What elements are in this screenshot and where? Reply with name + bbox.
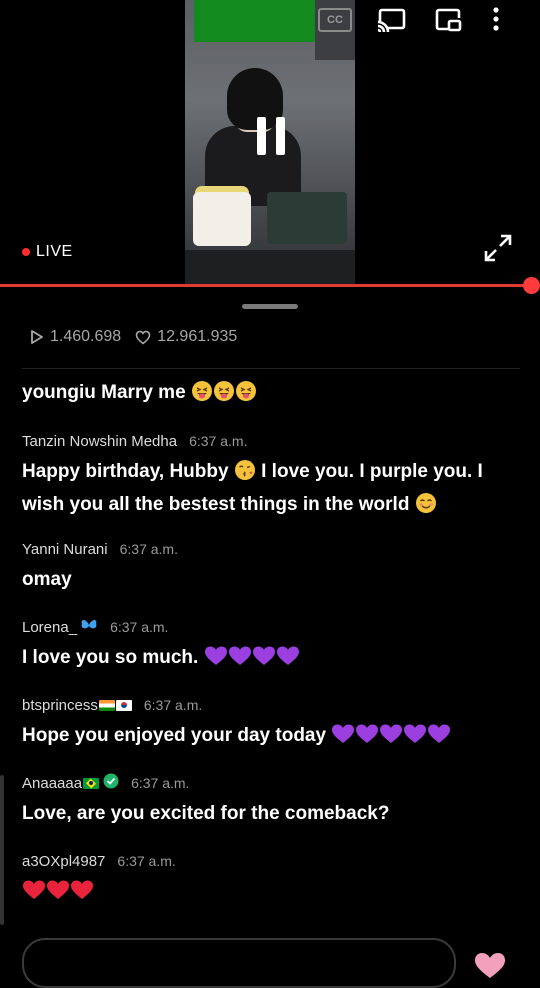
chat-time: 6:37 a.m.: [189, 433, 248, 449]
india-flag-icon: [98, 699, 115, 711]
brazil-flag-icon: [83, 777, 100, 789]
butterfly-emoji-icon: [80, 618, 98, 636]
chat-message-text: [22, 877, 522, 910]
likes-count: 12.961.935: [157, 328, 238, 345]
chat-time: 6:37 a.m.: [131, 775, 190, 791]
purple-heart-icon: [276, 645, 300, 676]
video-player[interactable]: CC LIVE: [0, 0, 540, 285]
chat-time: 6:37 a.m.: [119, 541, 178, 557]
purple-heart-icon: [379, 723, 403, 754]
purple-heart-icon: [228, 645, 252, 676]
purple-heart-icon: [355, 723, 379, 754]
chat-message-meta: Anaaaaa 6:37 a.m.: [22, 773, 522, 793]
cast-icon[interactable]: [373, 2, 409, 38]
birthday-cake: [193, 192, 251, 246]
fullscreen-icon[interactable]: [480, 230, 516, 266]
red-heart-icon: [22, 879, 46, 910]
chat-message: Yanni Nurani 6:37 a.m. omay: [22, 539, 522, 594]
chat-message-text: omay: [22, 569, 72, 590]
tongue-emoji-icon: [213, 380, 235, 411]
picture-in-picture-icon[interactable]: [430, 2, 466, 38]
views-stat: 1.460.698: [30, 328, 121, 346]
chat-message-meta: Tanzin Nowshin Medha 6:37 a.m.: [22, 431, 522, 451]
green-screen-backdrop: [194, 0, 315, 42]
progress-bar[interactable]: [0, 284, 532, 287]
chat-message-text: Love, are you excited for the comeback?: [22, 803, 390, 824]
live-indicator: LIVE: [22, 243, 73, 261]
chat-author[interactable]: btsprincess: [22, 697, 98, 714]
tongue-emoji-icon: [235, 380, 257, 411]
likes-stat: 12.961.935: [135, 328, 237, 346]
heart-outline-icon: [135, 330, 151, 345]
chat-message: Lorena_ 6:37 a.m. I love you so much.: [22, 617, 522, 676]
heart-reaction-icon[interactable]: [470, 950, 510, 980]
drag-handle[interactable]: [242, 304, 298, 309]
chat-message-meta: Yanni Nurani 6:37 a.m.: [22, 539, 522, 559]
chat-message: a3OXpl4987 6:37 a.m.: [22, 851, 522, 910]
live-label: LIVE: [36, 243, 73, 260]
purple-heart-icon: [204, 645, 228, 676]
red-heart-icon: [46, 879, 70, 910]
captions-button[interactable]: CC: [318, 8, 352, 32]
chat-message-meta: btsprincess 6:37 a.m.: [22, 695, 522, 715]
chat-message-meta: a3OXpl4987 6:37 a.m.: [22, 851, 522, 871]
more-vert-icon[interactable]: [478, 2, 514, 38]
chat-author[interactable]: Anaaaaa: [22, 775, 82, 792]
verified-badge-icon: [103, 773, 119, 793]
chat-author[interactable]: Lorena_: [22, 619, 77, 636]
cat-cake: [267, 192, 347, 244]
chat-time: 6:37 a.m.: [143, 697, 203, 713]
south-korea-flag-icon: [115, 699, 132, 711]
tongue-emoji-icon: [191, 380, 213, 411]
stats-row: 1.460.698 12.961.935: [30, 328, 251, 346]
divider: [22, 368, 520, 369]
smiling-blush-emoji-icon: [415, 492, 437, 523]
purple-heart-icon: [427, 723, 451, 754]
scroll-indicator[interactable]: [0, 775, 4, 925]
chat-message: btsprincess 6:37 a.m. Hope you enjoyed y…: [22, 695, 522, 754]
red-heart-icon: [70, 879, 94, 910]
purple-heart-icon: [252, 645, 276, 676]
play-icon: [31, 330, 43, 344]
chat-message-text: Happy birthday, Hubby I love you. I purp…: [22, 457, 522, 523]
views-count: 1.460.698: [50, 328, 122, 345]
chat-message-text: Hope you enjoyed your day today: [22, 721, 522, 754]
chat-time: 6:37 a.m.: [117, 853, 176, 869]
chat-message: Tanzin Nowshin Medha 6:37 a.m. Happy bir…: [22, 431, 522, 523]
pause-icon[interactable]: [257, 117, 287, 155]
live-dot: [22, 248, 30, 256]
purple-heart-icon: [331, 723, 355, 754]
kiss-emoji-icon: [234, 459, 256, 490]
chat-author[interactable]: a3OXpl4987: [22, 853, 105, 870]
chat-author[interactable]: Yanni Nurani: [22, 541, 108, 558]
chat-message: Anaaaaa 6:37 a.m. Love, are you excited …: [22, 773, 522, 828]
chat-time: 6:37 a.m.: [110, 619, 169, 635]
chat-message-meta: Lorena_ 6:37 a.m.: [22, 617, 522, 637]
chat-message-text: youngiu Marry me: [22, 378, 522, 411]
chat-message-text: I love you so much.: [22, 643, 522, 676]
comment-input[interactable]: [22, 938, 456, 988]
chat-author[interactable]: Tanzin Nowshin Medha: [22, 433, 177, 450]
chat-message: youngiu Marry me: [22, 378, 522, 411]
progress-scrubber[interactable]: [523, 277, 540, 294]
purple-heart-icon: [403, 723, 427, 754]
